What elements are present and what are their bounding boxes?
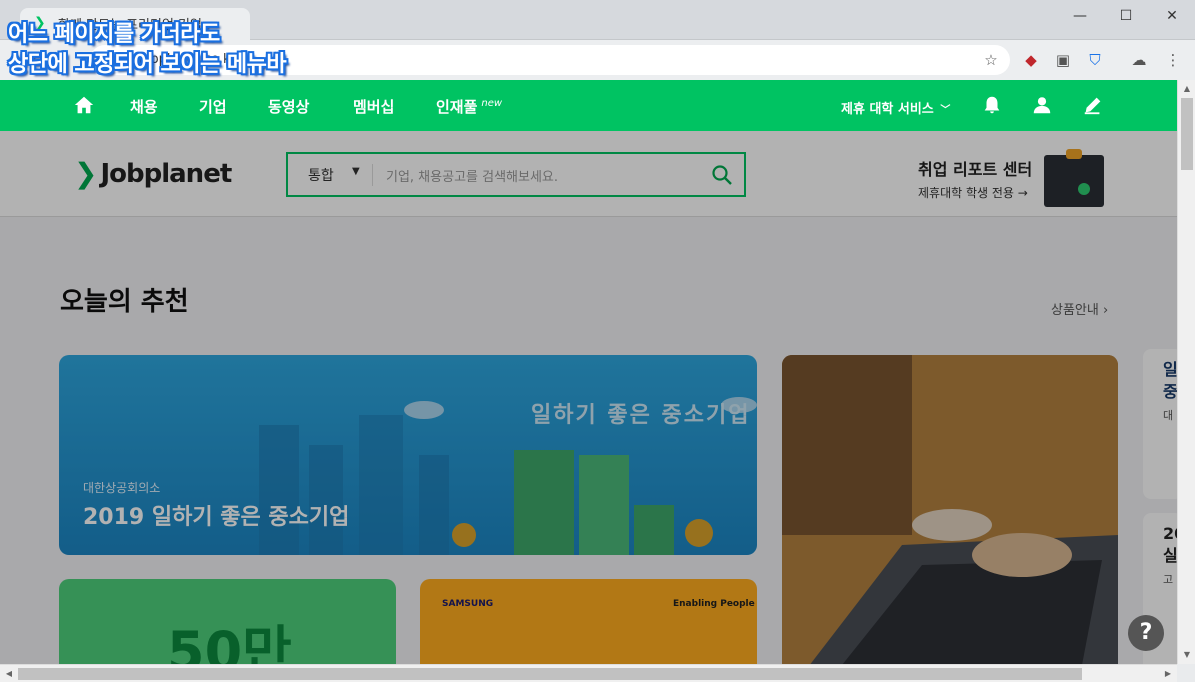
menu-kebab-icon[interactable]: ⋮ (1163, 50, 1183, 70)
horizontal-scroll-thumb[interactable] (18, 668, 1082, 680)
nav-item-membership[interactable]: 멤버십 (353, 96, 394, 117)
chevron-down-icon: ﹀ (940, 105, 951, 116)
minimize-button[interactable]: — (1057, 0, 1103, 32)
scroll-down-icon[interactable]: ▼ (1178, 646, 1195, 664)
extension-cast-icon[interactable]: ▣ (1053, 50, 1073, 70)
home-icon[interactable] (73, 94, 95, 116)
scroll-up-icon[interactable]: ▲ (1178, 80, 1195, 98)
vertical-scrollbar[interactable]: ▲ ▼ (1177, 80, 1195, 664)
new-badge: new (481, 98, 503, 109)
nav-item-jobs[interactable]: 채용 (130, 96, 158, 117)
nav-item-talent-pool[interactable]: 인재풀 new (436, 96, 502, 117)
nav-item-videos[interactable]: 동영상 (268, 96, 309, 117)
partner-university-label: 제휴 대학 서비스 (841, 102, 934, 117)
shield-icon[interactable]: ⛉ (1085, 50, 1105, 70)
horizontal-scrollbar[interactable]: ◀ ▶ (0, 664, 1177, 682)
page-content: ❯ Jobplanet 통합 ▼ 기업, 채용공고를 검색해보세요. 취업 리포… (0, 131, 1177, 664)
star-icon[interactable]: ☆ (981, 50, 1001, 70)
pencil-icon[interactable] (1082, 94, 1104, 116)
dim-overlay (0, 131, 1177, 664)
nav-item-companies[interactable]: 기업 (199, 96, 227, 117)
extension-red-icon[interactable]: ◆ (1021, 50, 1041, 70)
extension-cloud-icon[interactable]: ☁ (1129, 50, 1149, 70)
annotation-line-2: 상단에 고정되어 보이는 메뉴바 (8, 52, 287, 77)
nav-item-talent-pool-label: 인재풀 (436, 98, 478, 116)
close-button[interactable]: ✕ (1149, 0, 1195, 32)
scroll-left-icon[interactable]: ◀ (0, 665, 18, 682)
annotation-caption: 어느 페이지를 가더라도 상단에 고정되어 보이는 메뉴바 (8, 20, 287, 80)
scroll-right-icon[interactable]: ▶ (1159, 665, 1177, 682)
help-button[interactable]: ? (1128, 615, 1164, 651)
sticky-nav-bar: 채용 기업 동영상 멤버십 인재풀 new 제휴 대학 서비스 ﹀ (0, 80, 1177, 131)
user-icon[interactable] (1031, 94, 1053, 116)
partner-university-dropdown[interactable]: 제휴 대학 서비스 ﹀ (841, 98, 950, 117)
annotation-line-1: 어느 페이지를 가더라도 (8, 22, 220, 47)
vertical-scroll-thumb[interactable] (1181, 98, 1193, 170)
bell-icon[interactable] (981, 94, 1003, 116)
maximize-button[interactable]: ☐ (1103, 0, 1149, 32)
